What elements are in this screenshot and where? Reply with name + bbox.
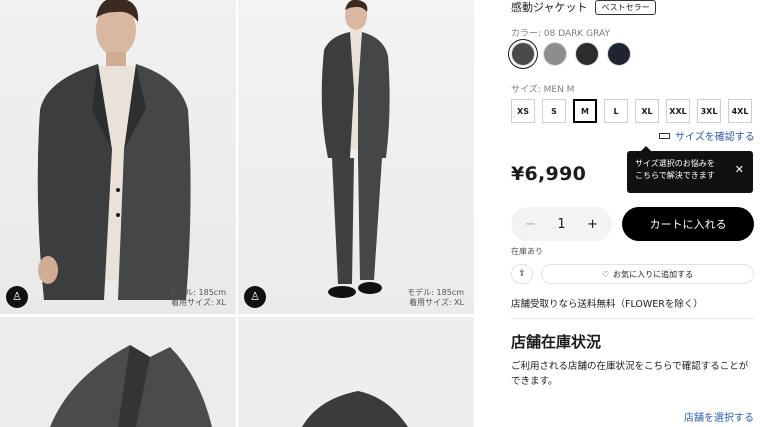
color-label: カラー: 08 DARK GRAY bbox=[511, 29, 610, 39]
ruler-icon bbox=[659, 132, 670, 139]
tooltip-line-1: サイズ選択のお悩みを bbox=[635, 159, 715, 168]
size-button-3xl[interactable]: 3XL bbox=[697, 99, 721, 123]
share-button[interactable]: ⇪ bbox=[511, 264, 533, 284]
size-options: XS S M L XL XXL 3XL 4XL bbox=[511, 99, 752, 123]
size-button-xxl[interactable]: XXL bbox=[666, 99, 690, 123]
add-to-favorites-button[interactable]: ♡ お気に入りに追加する bbox=[541, 264, 754, 284]
size-button-m[interactable]: M bbox=[573, 99, 597, 123]
share-icon: ⇪ bbox=[518, 269, 526, 279]
select-store-link[interactable]: 店舗を選択する bbox=[684, 409, 754, 424]
product-photo-jacket-detail[interactable] bbox=[238, 317, 474, 427]
product-name-row: 感動ジャケット ベストセラー bbox=[511, 0, 656, 15]
size-button-xs[interactable]: XS bbox=[511, 99, 535, 123]
product-details-panel: 感動ジャケット ベストセラー カラー: 08 DARK GRAY サイズ: ME… bbox=[511, 0, 760, 427]
model-wearing-size: 着用サイズ: XL bbox=[171, 298, 226, 307]
color-swatch-gray[interactable] bbox=[543, 42, 567, 66]
jacket-illustration bbox=[50, 345, 212, 427]
shipping-note: 店舗受取りなら送料無料（FLOWERを除く） bbox=[511, 299, 703, 310]
hanger-icon[interactable]: ♙ bbox=[244, 286, 266, 308]
model-height: モデル: 185cm bbox=[169, 288, 226, 297]
store-stock-description: ご利用される店舗の在庫状況をこちらで確認することができます。 bbox=[511, 361, 749, 387]
size-check-label: サイズを確認する bbox=[675, 132, 755, 143]
model-info: モデル: 185cm 着用サイズ: XL bbox=[407, 288, 464, 308]
model-wearing-size: 着用サイズ: XL bbox=[409, 298, 464, 307]
color-swatches bbox=[511, 42, 631, 66]
quantity-stepper: − 1 + bbox=[511, 207, 612, 241]
jacket-detail-illustration bbox=[302, 391, 408, 427]
product-photo-upper-body[interactable]: ♙ モデル: 185cm 着用サイズ: XL bbox=[0, 0, 236, 314]
close-icon[interactable]: ✕ bbox=[735, 164, 744, 176]
model-upper-body-illustration bbox=[37, 0, 191, 300]
color-swatch-navy[interactable] bbox=[607, 42, 631, 66]
hanger-icon[interactable]: ♙ bbox=[6, 286, 28, 308]
quantity-value[interactable]: 1 bbox=[557, 217, 565, 232]
favorites-label: お気に入りに追加する bbox=[613, 269, 694, 279]
product-photo-jacket-flat-lay[interactable] bbox=[0, 317, 236, 427]
size-button-l[interactable]: L bbox=[604, 99, 628, 123]
product-image-gallery: ♙ モデル: 185cm 着用サイズ: XL ♙ モデル: 185cm 着用サイ… bbox=[0, 0, 474, 427]
model-info: モデル: 185cm 着用サイズ: XL bbox=[169, 288, 226, 308]
product-price: ¥6,990 bbox=[511, 163, 587, 185]
product-name: 感動ジャケット bbox=[511, 1, 588, 14]
tooltip-line-2: こちらで解決できます bbox=[635, 171, 715, 180]
size-button-xl[interactable]: XL bbox=[635, 99, 659, 123]
size-help-tooltip: サイズ選択のお悩みを こちらで解決できます ✕ bbox=[627, 146, 753, 193]
divider bbox=[511, 318, 754, 319]
color-swatch-dark-gray[interactable] bbox=[511, 42, 535, 66]
quantity-decrease-button[interactable]: − bbox=[525, 217, 536, 232]
quantity-increase-button[interactable]: + bbox=[587, 217, 598, 232]
heart-icon: ♡ bbox=[601, 269, 610, 279]
store-stock-title: 店舗在庫状況 bbox=[511, 333, 602, 351]
bestseller-badge: ベストセラー bbox=[595, 0, 656, 15]
color-swatch-black[interactable] bbox=[575, 42, 599, 66]
add-to-cart-button[interactable]: カートに入れる bbox=[622, 207, 754, 241]
size-check-link[interactable]: サイズを確認する bbox=[659, 128, 755, 143]
size-button-4xl[interactable]: 4XL bbox=[728, 99, 752, 123]
model-height: モデル: 185cm bbox=[407, 288, 464, 297]
size-label: サイズ: MEN M bbox=[511, 85, 575, 95]
size-button-s[interactable]: S bbox=[542, 99, 566, 123]
product-photo-full-body[interactable]: ♙ モデル: 185cm 着用サイズ: XL bbox=[238, 0, 474, 314]
stock-status: 在庫あり bbox=[511, 247, 543, 256]
model-full-body-illustration bbox=[321, 0, 390, 298]
